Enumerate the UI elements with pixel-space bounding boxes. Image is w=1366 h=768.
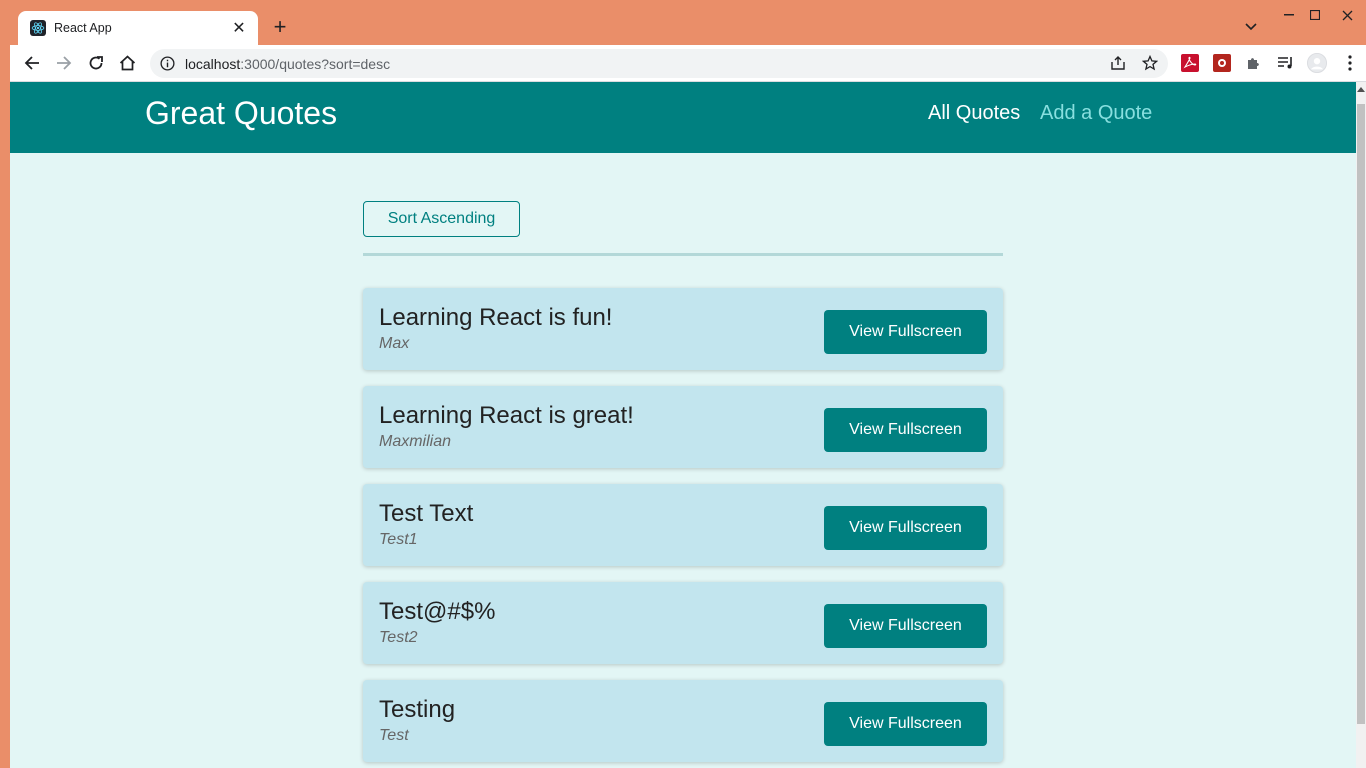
scrollbar-thumb[interactable] <box>1357 104 1365 724</box>
view-fullscreen-button[interactable]: View Fullscreen <box>824 408 987 452</box>
app-logo: Great Quotes <box>145 95 338 131</box>
view-fullscreen-button[interactable]: View Fullscreen <box>824 702 987 746</box>
divider <box>363 253 1003 256</box>
view-fullscreen-button[interactable]: View Fullscreen <box>824 604 987 648</box>
media-icon[interactable] <box>1276 53 1296 73</box>
plus-icon[interactable]: + <box>268 15 292 39</box>
quote-item: Test Text Test1 View Fullscreen <box>363 484 1003 566</box>
quote-text: Learning React is great! <box>379 402 634 429</box>
quote-author: Max <box>379 335 410 352</box>
page-viewport: Great Quotes All Quotes Add a Quote Sort… <box>10 82 1356 768</box>
url-path: :3000/quotes?sort=desc <box>240 55 391 72</box>
forward-arrow-icon[interactable] <box>51 50 77 76</box>
view-fullscreen-button[interactable]: View Fullscreen <box>824 506 987 550</box>
url-text: localhost:3000/quotes?sort=desc <box>185 56 390 72</box>
profile-icon[interactable] <box>1307 53 1327 73</box>
quote-text: Test@#$% <box>379 598 496 625</box>
scrollbar[interactable] <box>1356 82 1366 768</box>
maximize-icon[interactable] <box>1298 0 1332 30</box>
browser-titlebar: React App ✕ + <box>0 0 1366 45</box>
pdf-extension-icon[interactable] <box>1180 53 1200 73</box>
browser-toolbar: localhost:3000/quotes?sort=desc <box>10 45 1366 82</box>
quote-item: Learning React is great! Maxmilian View … <box>363 386 1003 468</box>
kebab-menu-icon[interactable] <box>1340 53 1360 73</box>
url-host: localhost <box>185 55 241 72</box>
quote-author: Test <box>379 727 409 744</box>
quote-text: Learning React is fun! <box>379 304 613 331</box>
window-close-icon[interactable] <box>1330 0 1364 30</box>
quote-text: Testing <box>379 696 456 723</box>
quote-author: Test2 <box>379 629 418 646</box>
tab-title: React App <box>54 21 112 35</box>
info-icon[interactable] <box>160 56 175 71</box>
puzzle-icon[interactable] <box>1244 53 1264 73</box>
quote-author: Test1 <box>379 531 418 548</box>
address-bar[interactable]: localhost:3000/quotes?sort=desc <box>150 49 1168 78</box>
star-icon[interactable] <box>1140 53 1160 73</box>
nav-link-all-quotes[interactable]: All Quotes <box>928 102 1020 125</box>
browser-tab[interactable]: React App ✕ <box>18 11 258 45</box>
react-favicon-icon <box>30 20 46 36</box>
reload-icon[interactable] <box>83 50 109 76</box>
quote-item: Learning React is fun! Max View Fullscre… <box>363 288 1003 370</box>
back-arrow-icon[interactable] <box>19 50 45 76</box>
quote-text: Test Text <box>379 500 474 527</box>
image-extension-icon[interactable] <box>1212 53 1232 73</box>
quote-list: Learning React is fun! Max View Fullscre… <box>363 288 1003 768</box>
home-icon[interactable] <box>114 50 140 76</box>
app-header: Great Quotes All Quotes Add a Quote <box>10 82 1356 153</box>
share-icon[interactable] <box>1108 53 1128 73</box>
quote-item: Testing Test View Fullscreen <box>363 680 1003 762</box>
scroll-up-arrow-icon[interactable] <box>1356 84 1366 94</box>
view-fullscreen-button[interactable]: View Fullscreen <box>824 310 987 354</box>
chevron-down-icon[interactable] <box>1240 16 1262 38</box>
sort-button[interactable]: Sort Ascending <box>363 201 520 237</box>
nav-link-add-quote[interactable]: Add a Quote <box>1040 102 1152 125</box>
quote-author: Maxmilian <box>379 433 452 450</box>
close-icon[interactable]: ✕ <box>230 18 248 38</box>
quote-item: Test@#$% Test2 View Fullscreen <box>363 582 1003 664</box>
